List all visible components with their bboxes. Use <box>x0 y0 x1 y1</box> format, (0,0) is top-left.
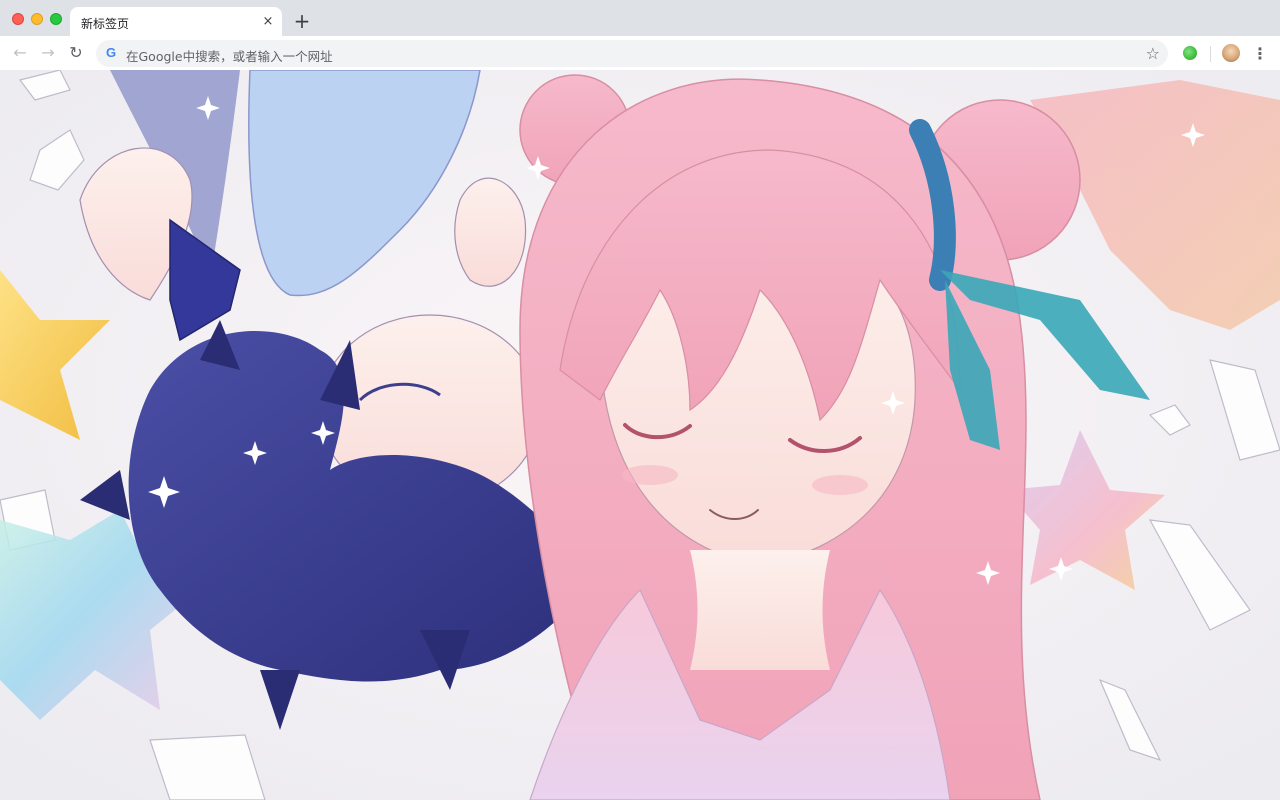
reload-icon[interactable]: ↻ <box>64 41 88 65</box>
close-tab-icon[interactable]: × <box>260 14 276 30</box>
window-minimize-button[interactable] <box>31 13 43 25</box>
forward-icon[interactable]: → <box>36 41 60 65</box>
address-bar-placeholder: 在Google中搜索，或者输入一个网址 <box>126 49 333 64</box>
tab-strip: 新标签页 × + <box>0 0 1280 37</box>
new-tab-button[interactable]: + <box>292 11 312 31</box>
address-bar[interactable]: G 在Google中搜索，或者输入一个网址 ☆ <box>96 40 1168 67</box>
profile-avatar[interactable] <box>1222 44 1240 62</box>
tab-new-tab[interactable]: 新标签页 × <box>70 7 282 37</box>
window-maximize-button[interactable] <box>50 13 62 25</box>
window-close-button[interactable] <box>12 13 24 25</box>
extension-icon[interactable] <box>1183 46 1197 60</box>
new-tab-wallpaper <box>0 70 1280 800</box>
chrome-menu-icon[interactable]: ⋮ <box>1252 44 1268 64</box>
anime-wallpaper-icon <box>0 70 1280 800</box>
toolbar-divider <box>1210 46 1211 62</box>
google-icon: G <box>106 45 117 60</box>
bookmark-star-icon[interactable]: ☆ <box>1146 44 1160 63</box>
back-icon[interactable]: ← <box>8 41 32 65</box>
browser-toolbar: ← → ↻ G 在Google中搜索，或者输入一个网址 ☆ <box>0 36 1280 70</box>
tab-title: 新标签页 <box>81 17 130 31</box>
